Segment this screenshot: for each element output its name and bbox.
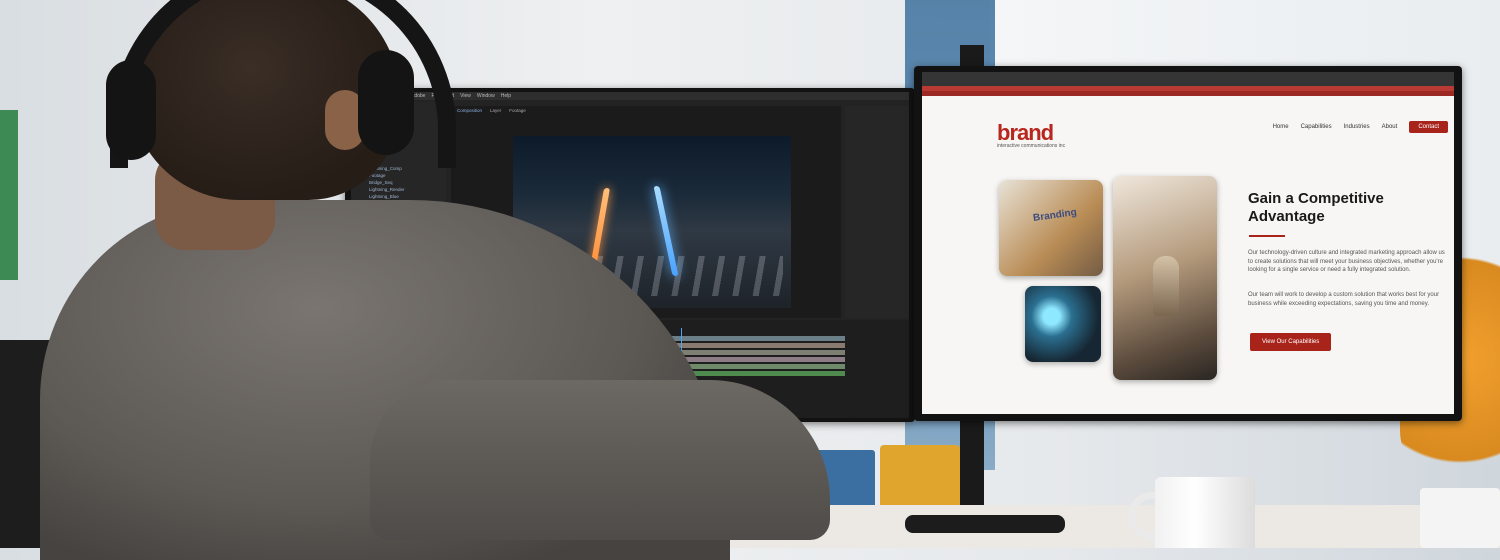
right-monitor: brand interactive communications inc Hom… — [914, 66, 1462, 421]
brand-logo[interactable]: brand interactive communications inc — [997, 120, 1065, 149]
nav-industries[interactable]: Industries — [1344, 124, 1370, 130]
view-capabilities-button[interactable]: View Our Capabilities — [1250, 333, 1332, 351]
person — [40, 0, 840, 560]
chess-photo — [1113, 176, 1217, 380]
effects-panel — [845, 106, 909, 318]
nav-about[interactable]: About — [1382, 124, 1398, 130]
branding-photo: Branding — [999, 180, 1103, 276]
hero-divider — [1249, 235, 1285, 237]
contact-button[interactable]: Contact — [1409, 121, 1448, 133]
coffee-mug — [1155, 477, 1255, 548]
arm — [370, 380, 830, 540]
hero-title: Gain a Competitive Advantage — [1248, 190, 1384, 225]
branding-label: Branding — [1032, 206, 1078, 225]
lightbulb-photo — [1025, 286, 1101, 362]
contact-bar — [922, 91, 1454, 96]
nav-capabilities[interactable]: Capabilities — [1301, 124, 1332, 130]
nav-home[interactable]: Home — [1273, 124, 1289, 130]
browser-toolbar — [922, 72, 1454, 86]
headphone-cup-left — [106, 60, 156, 160]
site-nav: Home Capabilities Industries About Conta… — [1273, 121, 1448, 133]
headphone-cup-right — [358, 50, 414, 155]
monitor-stand-base — [905, 515, 1065, 533]
hero-paragraph: Our team will work to develop a custom s… — [1248, 292, 1440, 307]
chess-piece — [1153, 256, 1179, 316]
website-screen: brand interactive communications inc Hom… — [922, 72, 1454, 414]
hero-paragraph: Our technology-driven culture and integr… — [1248, 250, 1445, 273]
pen-holder — [1420, 488, 1500, 548]
green-shelf — [0, 110, 18, 280]
logo-subtitle: interactive communications inc — [997, 143, 1066, 149]
